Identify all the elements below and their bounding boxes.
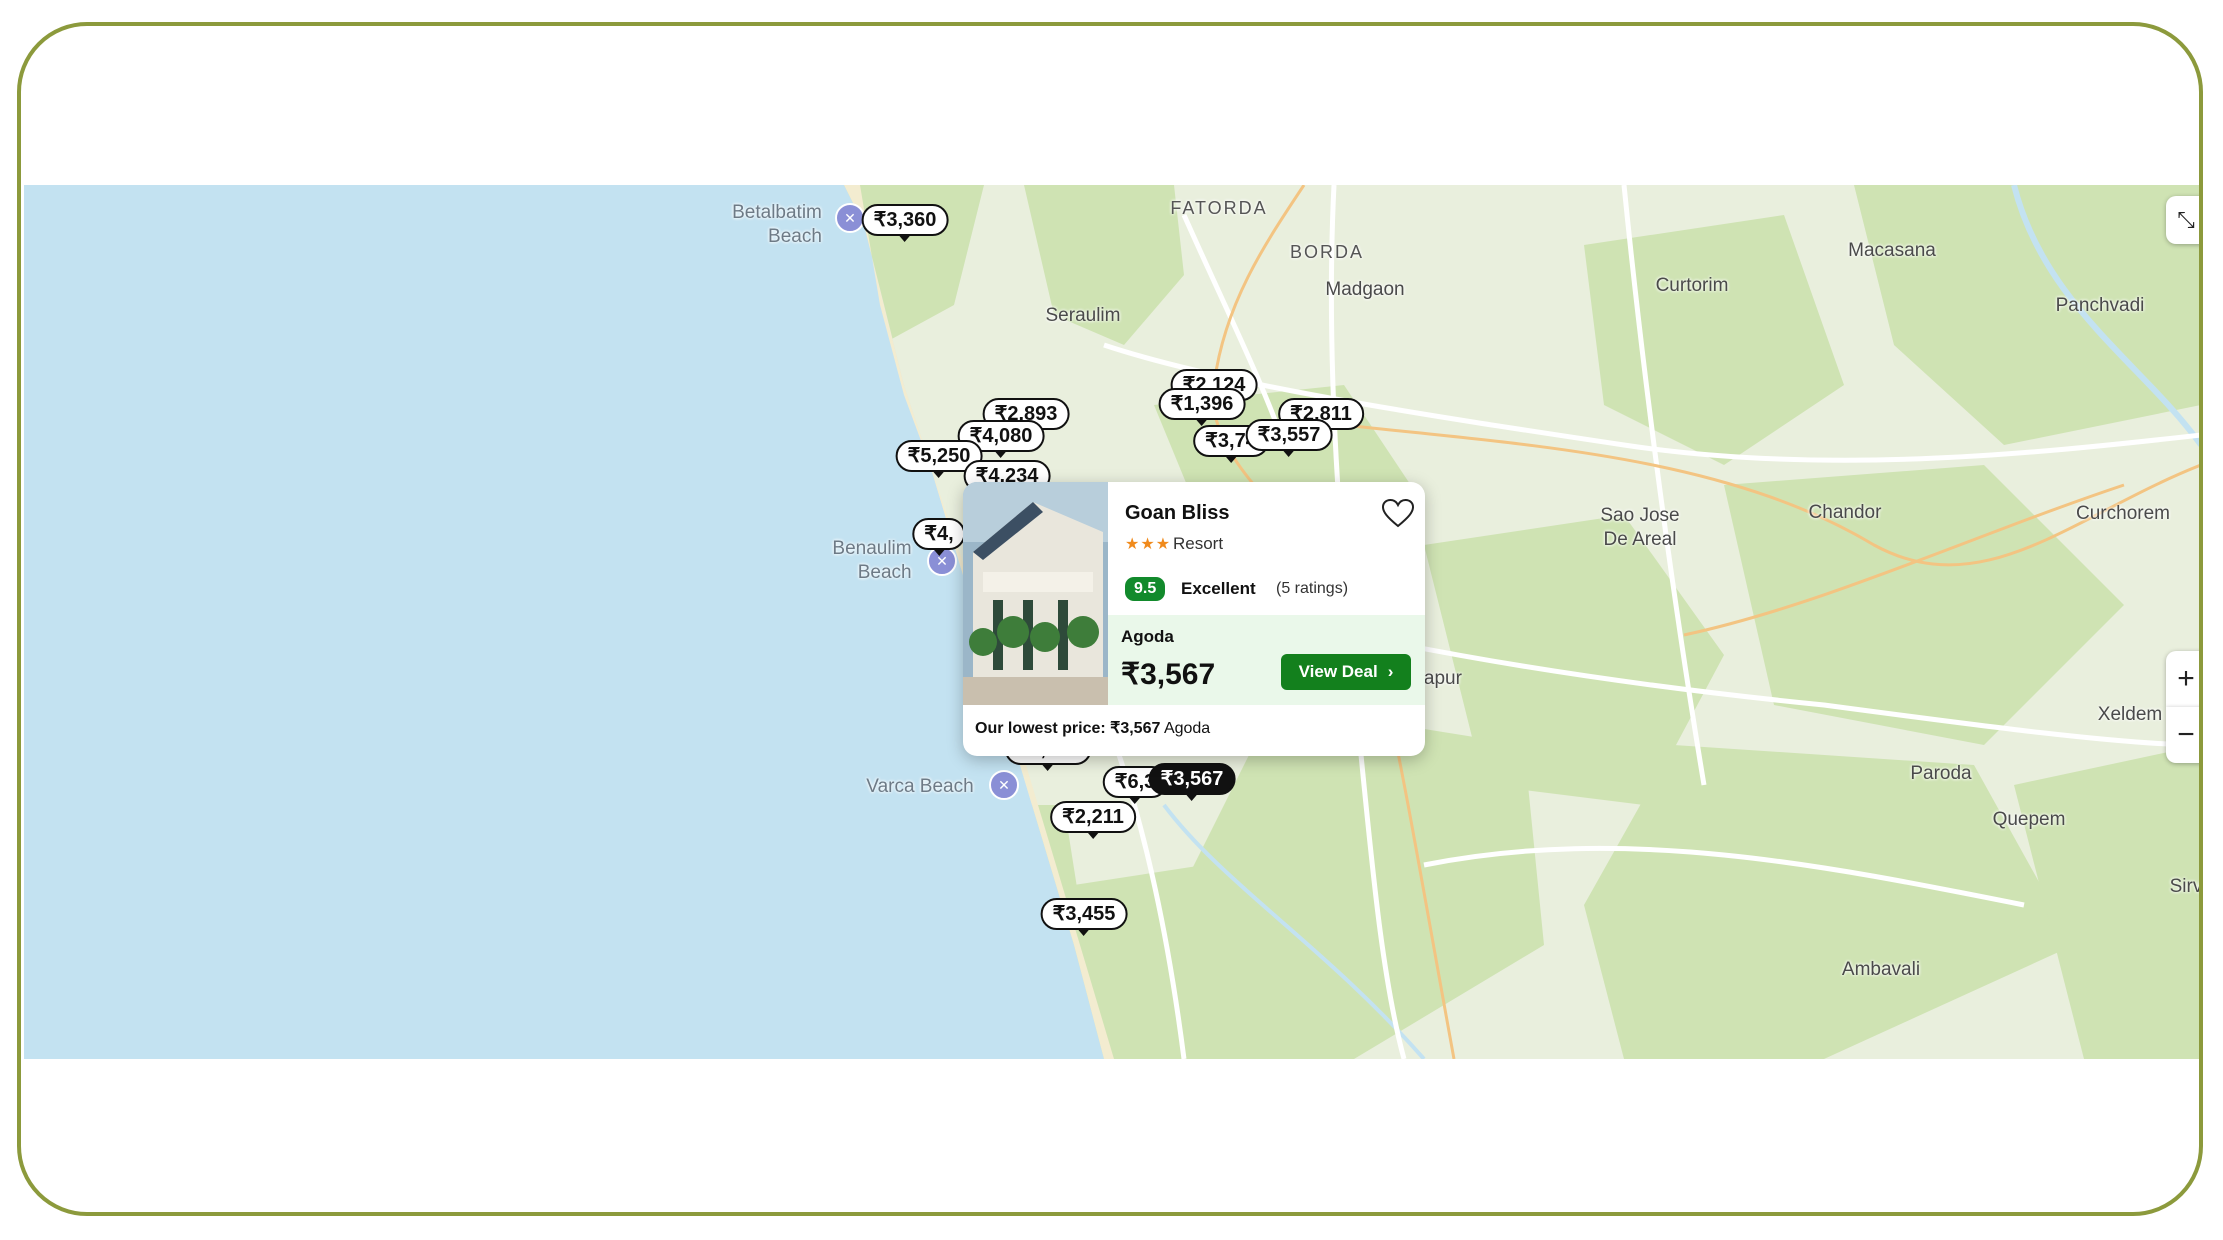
place-label-madgaon: Madgaon bbox=[1325, 279, 1405, 300]
rating-word: Excellent bbox=[1181, 579, 1256, 598]
place-label-betalbatim-beach: Betalbatim Beach bbox=[732, 202, 822, 247]
deal-price: ₹3,567 bbox=[1121, 658, 1216, 691]
beach-icon[interactable]: ✕ bbox=[989, 770, 1019, 800]
plus-icon: + bbox=[2177, 662, 2195, 695]
price-pin[interactable]: ₹3,360 bbox=[861, 204, 949, 242]
hotel-type: Resort bbox=[1173, 534, 1224, 553]
place-label-panchvadi: Panchvadi bbox=[2055, 295, 2145, 316]
hotel-photo[interactable] bbox=[963, 482, 1108, 705]
zoom-out-button[interactable]: − bbox=[2166, 707, 2199, 763]
hotel-name[interactable]: Goan Bliss bbox=[1125, 502, 1229, 525]
place-label-borda: BORDA bbox=[1289, 242, 1365, 262]
place-label-benaulim-beach: Benaulim Beach bbox=[832, 538, 912, 583]
place-label-varca-beach: Varca Beach bbox=[866, 776, 974, 797]
chevron-right-icon: › bbox=[1387, 662, 1394, 681]
rating-count: (5 ratings) bbox=[1276, 580, 1349, 597]
review-score-badge: 9.5 bbox=[1125, 577, 1166, 601]
place-label-curchorem: Curchorem bbox=[2076, 503, 2170, 524]
place-label-paroda: Paroda bbox=[1910, 763, 1972, 784]
place-label-curtorim: Curtorim bbox=[1655, 275, 1729, 296]
price-pin[interactable]: ₹3,455 bbox=[1040, 898, 1128, 936]
zoom-in-button[interactable]: + bbox=[2166, 651, 2199, 707]
view-deal-label: View Deal bbox=[1298, 662, 1378, 681]
minus-icon: − bbox=[2177, 718, 2195, 751]
price-pin[interactable]: ₹2,211 bbox=[1050, 801, 1136, 839]
place-label-fatorda: FATORDA bbox=[1170, 198, 1268, 218]
collapse-arrows-icon: ⤡ bbox=[2177, 207, 2195, 232]
price-pin[interactable]: ₹1,396 bbox=[1158, 388, 1246, 426]
price-pin[interactable]: ₹3,557 bbox=[1245, 419, 1333, 457]
price-pin[interactable]: ₹4, bbox=[912, 518, 966, 556]
deal-provider: Agoda bbox=[1121, 627, 1174, 646]
lowest-price-value: ₹3,567 bbox=[1110, 720, 1161, 737]
hotel-popup-card[interactable]: Goan Bliss ★★★ Resort 9.5 Excellent (5 r… bbox=[963, 482, 1425, 756]
content-frame: FATORDA BORDA Madgaon Seraulim Curtorim … bbox=[17, 22, 2203, 1216]
map-view[interactable]: FATORDA BORDA Madgaon Seraulim Curtorim … bbox=[24, 185, 2201, 1059]
lowest-price-provider: Agoda bbox=[1163, 720, 1211, 737]
place-label-chandor: Chandor bbox=[1808, 502, 1882, 523]
place-label-seraulim: Seraulim bbox=[1045, 305, 1121, 326]
price-pin-selected[interactable]: ₹3,567 bbox=[1148, 763, 1236, 801]
place-label-sirvoi: Sirv bbox=[2169, 876, 2201, 897]
beach-icon[interactable]: ✕ bbox=[835, 203, 865, 233]
place-label-macasana: Macasana bbox=[1848, 240, 1936, 261]
lowest-price-label: Our lowest price: bbox=[975, 720, 1106, 737]
collapse-map-button[interactable]: ⤡ bbox=[2166, 196, 2199, 244]
place-label-ambavali: Ambavali bbox=[1841, 959, 1921, 980]
favorite-heart-icon[interactable] bbox=[1381, 498, 1415, 528]
place-label-sao-jose-de-areal: Sao Jose De Areal bbox=[1600, 505, 1680, 550]
place-label-xeldem: Xeldem bbox=[2097, 704, 2163, 725]
view-deal-button[interactable]: View Deal › bbox=[1281, 654, 1411, 690]
lowest-price-line: Our lowest price: ₹3,567 Agoda bbox=[975, 718, 1210, 738]
deal-box: Agoda ₹3,567 View Deal › bbox=[1108, 615, 1425, 705]
star-rating: ★★★ bbox=[1125, 536, 1172, 553]
place-label-quepem: Quepem bbox=[1992, 809, 2066, 830]
